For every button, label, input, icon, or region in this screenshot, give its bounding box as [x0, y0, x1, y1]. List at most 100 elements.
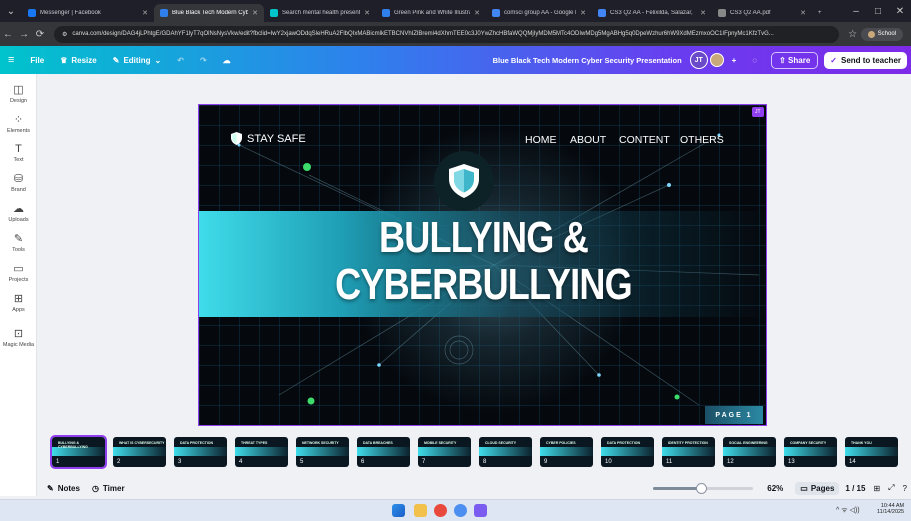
slide-nav-home[interactable]: HOME — [525, 134, 557, 146]
close-tab-icon[interactable]: ✕ — [138, 9, 148, 17]
browser-tab[interactable]: Search mental health presentati ✕ — [264, 4, 376, 22]
brand-logo[interactable]: STAY SAFE — [231, 132, 306, 145]
reload-icon[interactable]: ⟳ — [32, 29, 48, 40]
sidebar-item-uploads[interactable]: ☁ Uploads — [0, 202, 37, 223]
page-label[interactable]: PAGE 1 — [705, 406, 763, 424]
page-thumbnail[interactable]: DATA PROTECTION 3 — [174, 437, 227, 467]
page-thumbnail[interactable]: THREAT TYPES 4 — [235, 437, 288, 467]
page-thumbnail[interactable]: CYBER POLICIES 9 — [540, 437, 593, 467]
menu-icon[interactable]: ≡ — [0, 54, 22, 66]
slide-nav-others[interactable]: OTHERS — [680, 134, 724, 146]
profile-button[interactable]: School — [860, 27, 903, 41]
zoom-level[interactable]: 62% — [767, 484, 783, 493]
sidebar-item-text[interactable]: T Text — [0, 143, 37, 163]
maximize-icon[interactable]: □ — [867, 6, 889, 17]
system-tray-icons[interactable]: ^ ᯤ ◁)) — [836, 506, 860, 515]
page-thumbnail[interactable]: COMPANY SECURITY 13 — [784, 437, 837, 467]
undo-icon[interactable]: ↶ — [169, 56, 192, 65]
close-tab-icon[interactable]: ✕ — [576, 9, 586, 17]
clock[interactable]: 10:44 AM 11/14/2025 — [877, 503, 904, 515]
back-icon[interactable]: ← — [0, 29, 16, 40]
sidebar-item-brand[interactable]: ⛁ Brand — [0, 172, 37, 193]
browser-tab[interactable]: Messenger | Facebook ✕ — [22, 4, 154, 22]
close-window-icon[interactable]: ✕ — [889, 6, 911, 17]
browser-tab[interactable]: CS3 Q2 AA - Felixilda, Salazar, ✕ — [592, 4, 712, 22]
avatar[interactable]: JT — [689, 51, 708, 69]
page-thumbnail[interactable]: IDENTITY PROTECTION 11 — [662, 437, 715, 467]
share-button[interactable]: ⇧ Share — [771, 51, 819, 69]
close-tab-icon[interactable]: ✕ — [360, 9, 370, 17]
shield-icon — [449, 164, 479, 198]
collaborator-avatar-icon[interactable] — [708, 53, 724, 67]
forward-icon[interactable]: → — [16, 29, 32, 40]
page-thumbnail[interactable]: NETWORK SECURITY 5 — [296, 437, 349, 467]
page-thumbnail[interactable]: WHAT IS CYBERSECURITY 2 — [113, 437, 166, 467]
sidebar-item-apps[interactable]: ⊞ Apps — [0, 292, 37, 313]
slide-nav-about[interactable]: ABOUT — [570, 134, 606, 146]
grid-view-icon[interactable]: ⊞ — [873, 484, 880, 493]
notes-button[interactable]: ✎ Notes — [47, 484, 80, 493]
help-icon[interactable]: ? — [903, 484, 907, 493]
add-people-icon[interactable]: + — [724, 56, 745, 65]
close-tab-icon[interactable]: ✕ — [470, 9, 480, 17]
fullscreen-icon[interactable]: ⤢ — [888, 483, 894, 493]
comment-icon[interactable]: ◌ — [744, 56, 765, 65]
page-thumbnail[interactable]: MOBILE SECURITY 7 — [418, 437, 471, 467]
pencil-icon: ✎ — [112, 55, 120, 65]
slide-canvas[interactable]: STAY SAFE HOME ABOUT CONTENT OTHERS BULL… — [198, 104, 767, 426]
editing-label: Editing — [123, 55, 151, 65]
sidebar-item-projects[interactable]: ▭ Projects — [0, 262, 37, 283]
sidebar-item-tools[interactable]: ✎ Tools — [0, 232, 37, 253]
magic-media-icon: ⊡ — [13, 328, 24, 340]
thumbnail-band — [296, 447, 349, 456]
browser-tab[interactable]: Green Pink and White Illustrati ✕ — [376, 4, 486, 22]
new-tab-button[interactable]: + — [812, 4, 828, 22]
pages-button[interactable]: ▭ Pages — [795, 481, 840, 495]
teams-icon[interactable] — [474, 504, 487, 517]
windows-start-icon[interactable] — [392, 504, 405, 517]
bookmark-star-icon[interactable]: ☆ — [845, 29, 861, 40]
page-thumbnail[interactable]: DATA BREACHES 6 — [357, 437, 410, 467]
tab-search-icon[interactable]: ⌄ — [0, 6, 22, 17]
browser-tab[interactable]: comsci group AA - Google Do ✕ — [486, 4, 592, 22]
shield-badge[interactable] — [434, 151, 494, 211]
thumbnail-number: 9 — [544, 459, 548, 465]
file-explorer-icon[interactable] — [414, 504, 427, 517]
close-tab-icon[interactable]: ✕ — [248, 9, 258, 17]
page-thumbnail[interactable]: CLOUD SECURITY 8 — [479, 437, 532, 467]
browser-tab[interactable]: Blue Black Tech Modern Cyber ✕ — [154, 4, 264, 22]
cloud-saved-icon[interactable]: ☁ — [215, 56, 239, 65]
chrome-icon[interactable] — [434, 504, 447, 517]
redo-icon[interactable]: ↷ — [192, 56, 215, 65]
browser-tab[interactable]: CS3 Q2 AA.pdf ✕ — [712, 4, 812, 22]
sidebar-item-elements[interactable]: ⁘ Elements — [0, 113, 37, 134]
editing-mode-button[interactable]: ✎ Editing ⌄ — [105, 56, 170, 65]
resize-button[interactable]: ♛ Resize — [52, 56, 105, 65]
check-circle-icon: ✓ — [830, 55, 837, 65]
close-tab-icon[interactable]: ✕ — [796, 9, 806, 17]
slide-nav-content[interactable]: CONTENT — [619, 134, 670, 146]
close-tab-icon[interactable]: ✕ — [696, 9, 706, 17]
document-title[interactable]: Blue Black Tech Modern Cyber Security Pr… — [493, 56, 682, 65]
tab-label: Search mental health presentati — [282, 10, 361, 16]
page-thumbnail[interactable]: THANK YOU 14 — [845, 437, 898, 467]
page-thumbnail[interactable]: SOCIAL ENGINEERING 12 — [723, 437, 776, 467]
thumbnail-caption: DATA BREACHES — [363, 441, 393, 445]
brand-icon: ⛁ — [13, 173, 24, 185]
minimize-icon[interactable]: – — [845, 6, 867, 17]
slide-title-line-2[interactable]: CYBERBULLYING — [250, 260, 717, 310]
sidebar-item-design[interactable]: ◫ Design — [0, 83, 37, 104]
file-menu[interactable]: File — [22, 56, 52, 65]
zoom-slider-handle[interactable] — [696, 482, 708, 494]
page-thumbnail[interactable]: DATA PROTECTION 10 — [601, 437, 654, 467]
send-to-teacher-button[interactable]: ✓ Send to teacher — [824, 51, 907, 69]
url-input[interactable]: ⚙ canva.com/design/DAG4jLPhtgE/GDAhYF1ly… — [54, 25, 839, 43]
tab-favicon-icon — [718, 9, 726, 17]
slide-title-line-1[interactable]: BULLYING & — [250, 213, 717, 263]
page-thumbnail[interactable]: BULLYING & CYBERBULLYING 1 — [50, 435, 107, 469]
sidebar-item-magic-media[interactable]: ⊡ Magic Media — [0, 327, 37, 348]
zoom-slider[interactable] — [653, 482, 754, 494]
timer-button[interactable]: ◷ Timer — [92, 484, 125, 493]
edge-icon[interactable] — [454, 504, 467, 517]
site-settings-icon[interactable]: ⚙ — [62, 31, 67, 38]
